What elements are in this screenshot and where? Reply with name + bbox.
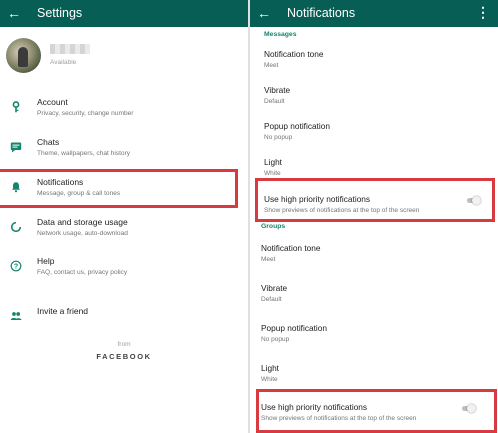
notifications-app-bar: ← Notifications ⋮	[250, 0, 498, 27]
setting-message-tone[interactable]: Notification tone Meet	[250, 49, 498, 77]
settings-app-bar: ← Settings	[0, 0, 248, 27]
setting-value: Meet	[264, 62, 279, 69]
menu-item-subtitle: Privacy, security, change number	[37, 110, 134, 117]
footer-from: from	[117, 341, 131, 348]
svg-text:?: ?	[14, 263, 18, 270]
menu-item-label: Account	[37, 97, 68, 107]
menu-item-label: Data and storage usage	[37, 217, 128, 227]
setting-value: Default	[264, 98, 285, 105]
menu-item-account[interactable]: Account Privacy, security, change number	[0, 97, 248, 127]
setting-value: White	[264, 170, 281, 177]
setting-message-vibrate[interactable]: Vibrate Default	[250, 85, 498, 113]
setting-group-light[interactable]: Light White	[250, 363, 498, 391]
back-arrow-icon[interactable]: ←	[257, 5, 271, 21]
chat-icon	[10, 142, 22, 153]
menu-item-subtitle: FAQ, contact us, privacy policy	[37, 269, 128, 276]
highlight-box	[256, 389, 497, 433]
menu-item-subtitle: Theme, wallpapers, chat history	[37, 150, 131, 157]
section-header-groups: Groups	[261, 223, 286, 230]
setting-value: White	[261, 376, 278, 383]
setting-label: Light	[264, 157, 282, 167]
page-title: Settings	[37, 6, 83, 20]
profile-name-blurred[interactable]	[50, 44, 90, 54]
setting-message-popup[interactable]: Popup notification No popup	[250, 121, 498, 149]
help-icon: ?	[10, 260, 22, 272]
section-header-messages: Messages	[264, 31, 297, 38]
setting-value: Meet	[261, 256, 276, 263]
menu-item-data-storage[interactable]: Data and storage usage Network usage, au…	[0, 217, 248, 247]
highlight-box	[255, 178, 495, 222]
setting-label: Popup notification	[261, 323, 327, 333]
setting-group-popup[interactable]: Popup notification No popup	[250, 323, 498, 351]
menu-item-invite[interactable]: Invite a friend	[0, 306, 248, 336]
setting-label: Light	[261, 363, 279, 373]
profile-status: Available	[50, 59, 77, 66]
setting-value: Default	[261, 296, 282, 303]
settings-screen: ← Settings Available Account Privacy, se…	[0, 0, 248, 433]
setting-label: Notification tone	[264, 49, 324, 59]
menu-item-subtitle: Network usage, auto-download	[37, 230, 128, 237]
setting-group-tone[interactable]: Notification tone Meet	[250, 243, 498, 271]
setting-label: Vibrate	[261, 283, 288, 293]
page-title: Notifications	[287, 6, 356, 20]
menu-item-label: Chats	[37, 137, 60, 147]
people-icon	[10, 312, 22, 320]
footer-brand-logo: FACEBOOK	[96, 352, 152, 361]
setting-group-vibrate[interactable]: Vibrate Default	[250, 283, 498, 311]
notifications-screen: ← Notifications ⋮ Messages Notification …	[250, 0, 498, 433]
data-usage-icon	[10, 221, 22, 233]
menu-item-chats[interactable]: Chats Theme, wallpapers, chat history	[0, 137, 248, 167]
setting-label: Popup notification	[264, 121, 330, 131]
menu-item-label: Help	[37, 256, 55, 266]
setting-label: Vibrate	[264, 85, 291, 95]
menu-item-label: Invite a friend	[37, 306, 89, 316]
setting-value: No popup	[261, 336, 290, 343]
key-icon	[12, 101, 20, 113]
back-arrow-icon[interactable]: ←	[7, 5, 21, 21]
menu-item-help[interactable]: ? Help FAQ, contact us, privacy policy	[0, 256, 248, 286]
setting-message-light[interactable]: Light White	[250, 157, 498, 177]
more-options-icon[interactable]: ⋮	[476, 4, 490, 20]
setting-value: No popup	[264, 134, 293, 141]
setting-label: Notification tone	[261, 243, 321, 253]
highlight-box	[0, 169, 238, 208]
avatar[interactable]	[6, 38, 41, 73]
